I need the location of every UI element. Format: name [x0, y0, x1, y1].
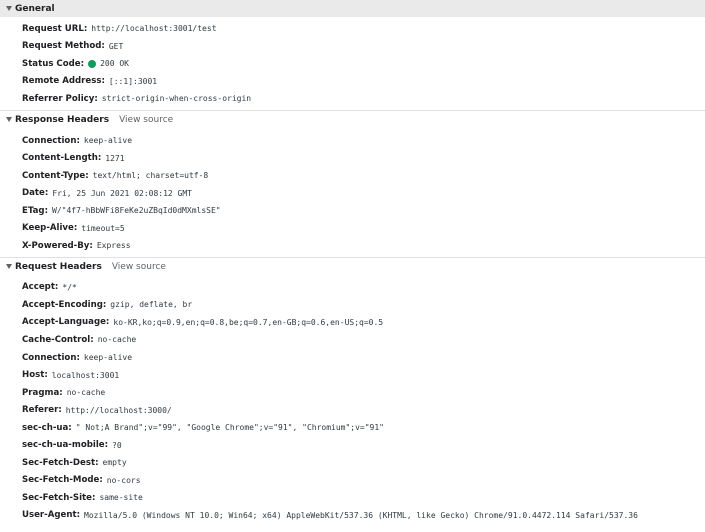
- request-row-connection: Connection: keep-alive: [0, 349, 705, 367]
- request-row-pragma: Pragma: no-cache: [0, 384, 705, 402]
- header-key: Connection:: [22, 135, 80, 146]
- header-key: Accept-Language:: [22, 317, 110, 328]
- header-key: Accept-Encoding:: [22, 299, 107, 310]
- header-key: Referer:: [22, 405, 62, 416]
- header-key: Pragma:: [22, 387, 63, 398]
- header-value[interactable]: no-cache: [67, 388, 106, 397]
- header-key: Keep-Alive:: [22, 223, 78, 234]
- header-key: Sec-Fetch-Dest:: [22, 457, 99, 468]
- header-key: Date:: [22, 188, 49, 199]
- request-row-sec-fetch-dest: Sec-Fetch-Dest: empty: [0, 454, 705, 472]
- header-value[interactable]: same-site: [99, 493, 142, 502]
- response-headers-section-header[interactable]: Response Headers View source: [0, 111, 705, 129]
- header-value[interactable]: keep-alive: [84, 136, 132, 145]
- request-row-accept-encoding: Accept-Encoding: gzip, deflate, br: [0, 296, 705, 314]
- general-rows: Request URL: http://localhost:3001/test …: [0, 17, 705, 110]
- request-row-sec-ch-ua: sec-ch-ua: " Not;A Brand";v="99", "Googl…: [0, 419, 705, 437]
- request-view-source-link[interactable]: View source: [112, 262, 166, 272]
- header-value[interactable]: strict-origin-when-cross-origin: [102, 94, 251, 103]
- header-key: Content-Type:: [22, 170, 89, 181]
- header-value[interactable]: http://localhost:3001/test: [91, 24, 216, 33]
- header-key: Cache-Control:: [22, 334, 94, 345]
- header-value[interactable]: empty: [103, 458, 127, 467]
- request-headers-section-header[interactable]: Request Headers View source: [0, 258, 705, 276]
- header-key: Content-Length:: [22, 153, 102, 164]
- general-row-request-method: Request Method: GET: [0, 38, 705, 56]
- response-row-date: Date: Fri, 25 Jun 2021 02:08:12 GMT: [0, 184, 705, 202]
- header-key: Request URL:: [22, 23, 88, 34]
- response-header-rows: Connection: keep-alive Content-Length: 1…: [0, 129, 705, 257]
- header-key: sec-ch-ua:: [22, 422, 72, 433]
- header-value[interactable]: 1271: [105, 154, 124, 163]
- header-value[interactable]: Express: [97, 241, 131, 250]
- response-headers-title: Response Headers: [15, 114, 110, 125]
- header-key: Status Code:: [22, 58, 85, 69]
- header-value[interactable]: keep-alive: [84, 353, 132, 362]
- header-key: Remote Address:: [22, 76, 105, 87]
- header-value[interactable]: ?0: [112, 441, 122, 450]
- header-value[interactable]: [::1]:3001: [109, 77, 157, 86]
- header-value[interactable]: localhost:3001: [52, 371, 119, 380]
- request-row-accept-language: Accept-Language: ko-KR,ko;q=0.9,en;q=0.8…: [0, 314, 705, 332]
- response-row-etag: ETag: W/"4f7-hBbWFi8FeKe2uZBqId0dMXmlsSE…: [0, 202, 705, 220]
- header-key: X-Powered-By:: [22, 240, 93, 251]
- header-value[interactable]: no-cache: [98, 335, 137, 344]
- header-value[interactable]: no-cors: [107, 476, 141, 485]
- header-value[interactable]: W/"4f7-hBbWFi8FeKe2uZBqId0dMXmlsSE": [52, 206, 221, 215]
- header-value[interactable]: ko-KR,ko;q=0.9,en;q=0.8,be;q=0.7,en-GB;q…: [113, 318, 383, 327]
- request-row-sec-fetch-site: Sec-Fetch-Site: same-site: [0, 489, 705, 507]
- header-value[interactable]: timeout=5: [81, 224, 124, 233]
- header-key: Sec-Fetch-Site:: [22, 492, 96, 503]
- triangle-down-icon: [6, 117, 12, 123]
- request-row-host: Host: localhost:3001: [0, 366, 705, 384]
- general-row-status-code: Status Code: 200 OK: [0, 55, 705, 73]
- response-row-content-type: Content-Type: text/html; charset=utf-8: [0, 167, 705, 185]
- header-value[interactable]: gzip, deflate, br: [110, 300, 192, 309]
- request-headers-title: Request Headers: [15, 261, 102, 272]
- request-row-sec-fetch-mode: Sec-Fetch-Mode: no-cors: [0, 472, 705, 490]
- header-key: Accept:: [22, 282, 59, 293]
- header-key: Connection:: [22, 352, 80, 363]
- triangle-down-icon: [6, 264, 12, 270]
- general-title: General: [15, 3, 55, 14]
- request-row-sec-ch-ua-mobile: sec-ch-ua-mobile: ?0: [0, 436, 705, 454]
- header-value[interactable]: text/html; charset=utf-8: [93, 171, 209, 180]
- header-value[interactable]: http://localhost:3000/: [66, 406, 172, 415]
- request-header-rows: Accept: */* Accept-Encoding: gzip, defla…: [0, 276, 705, 527]
- general-row-remote-address: Remote Address: [::1]:3001: [0, 73, 705, 91]
- headers-pane: General Request URL: http://localhost:30…: [0, 0, 705, 532]
- header-value[interactable]: */*: [62, 283, 76, 292]
- header-key: User-Agent:: [22, 510, 81, 521]
- header-value[interactable]: Fri, 25 Jun 2021 02:08:12 GMT: [52, 189, 192, 198]
- header-key: Sec-Fetch-Mode:: [22, 475, 103, 486]
- status-value-wrap: 200 OK: [88, 59, 129, 68]
- request-row-referer: Referer: http://localhost:3000/: [0, 401, 705, 419]
- header-key: Host:: [22, 370, 48, 381]
- header-value[interactable]: 200 OK: [100, 59, 129, 68]
- request-row-cache-control: Cache-Control: no-cache: [0, 331, 705, 349]
- response-row-keep-alive: Keep-Alive: timeout=5: [0, 219, 705, 237]
- header-value[interactable]: GET: [109, 42, 123, 51]
- header-key: Request Method:: [22, 41, 105, 52]
- header-key: Referrer Policy:: [22, 93, 98, 104]
- general-row-request-url: Request URL: http://localhost:3001/test: [0, 20, 705, 38]
- response-row-x-powered-by: X-Powered-By: Express: [0, 237, 705, 255]
- response-view-source-link[interactable]: View source: [119, 115, 173, 125]
- header-value[interactable]: " Not;A Brand";v="99", "Google Chrome";v…: [76, 423, 384, 432]
- general-section-header[interactable]: General: [0, 0, 705, 17]
- request-row-user-agent: User-Agent: Mozilla/5.0 (Windows NT 10.0…: [0, 507, 705, 525]
- response-row-content-length: Content-Length: 1271: [0, 149, 705, 167]
- header-key: ETag:: [22, 205, 49, 216]
- request-row-accept: Accept: */*: [0, 279, 705, 297]
- status-dot-icon: [88, 59, 97, 68]
- header-value[interactable]: Mozilla/5.0 (Windows NT 10.0; Win64; x64…: [84, 511, 638, 520]
- response-row-connection: Connection: keep-alive: [0, 132, 705, 150]
- general-row-referrer-policy: Referrer Policy: strict-origin-when-cros…: [0, 90, 705, 108]
- triangle-down-icon: [6, 6, 12, 11]
- header-key: sec-ch-ua-mobile:: [22, 440, 109, 451]
